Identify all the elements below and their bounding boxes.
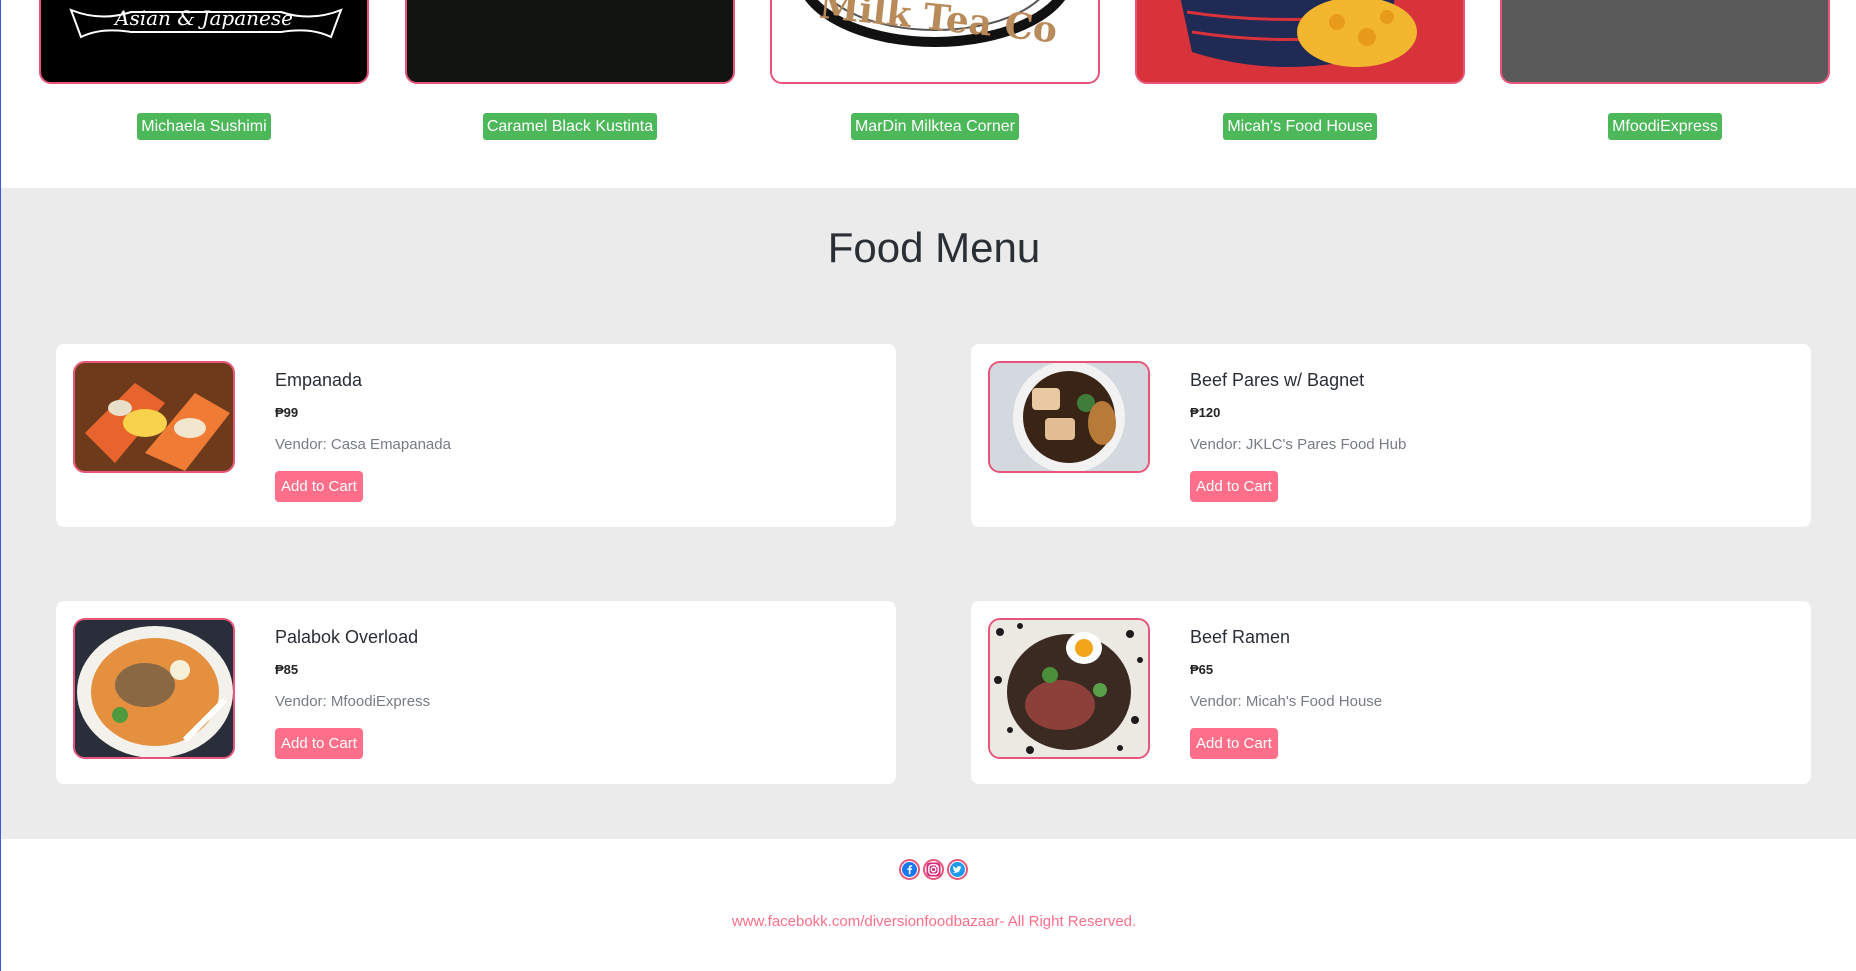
vendor-logo[interactable]: Asian & Japanese <box>39 0 369 84</box>
vendor-name[interactable]: MarDin Milktea Corner <box>850 113 1020 140</box>
food-vendor: Vendor: Micah's Food House <box>1190 693 1383 710</box>
menu-card: Palabok Overload ₱85 Vendor: MfoodiExpre… <box>56 601 896 784</box>
instagram-icon[interactable] <box>923 859 944 880</box>
vendor-logo[interactable] <box>1500 0 1830 84</box>
food-price: ₱99 <box>275 405 299 420</box>
food-title: Empanada <box>275 370 363 390</box>
food-title: Beef Pares w/ Bagnet <box>1190 370 1365 390</box>
copyright-text[interactable]: www.facebokk.com/diversionfoodbazaar- Al… <box>1 913 1856 930</box>
vendor-logo[interactable] <box>1135 0 1465 84</box>
twitter-icon[interactable] <box>947 859 968 880</box>
vendor-name[interactable]: Caramel Black Kustinta <box>482 113 658 140</box>
menu-card: Beef Ramen ₱65 Vendor: Micah's Food Hous… <box>971 601 1811 784</box>
food-price: ₱120 <box>1190 405 1221 420</box>
add-to-cart-button[interactable]: Add to Cart <box>1190 471 1278 502</box>
add-to-cart-button[interactable]: Add to Cart <box>1190 728 1278 759</box>
vendor-name[interactable]: Michaela Sushimi <box>137 113 271 140</box>
food-image <box>73 618 235 759</box>
vendor-logo[interactable]: Milk Tea Co <box>770 0 1100 84</box>
food-price: ₱85 <box>275 662 299 677</box>
food-title: Beef Ramen <box>1190 627 1291 647</box>
food-price: ₱65 <box>1190 662 1214 677</box>
vendor-name[interactable]: Micah's Food House <box>1223 113 1377 140</box>
vendor-name[interactable]: MfoodiExpress <box>1608 113 1722 140</box>
food-image <box>73 361 235 473</box>
svg-text:Asian & Japanese: Asian & Japanese <box>113 6 293 30</box>
section-title: Food Menu <box>827 224 1041 271</box>
food-menu-section: Food Menu Empanada ₱99 Vendor: Casa Emap… <box>1 188 1856 839</box>
vendor-logo[interactable] <box>405 0 735 84</box>
food-vendor: Vendor: MfoodiExpress <box>275 693 431 710</box>
food-image <box>988 361 1150 473</box>
food-vendor: Vendor: Casa Emapanada <box>275 436 451 453</box>
add-to-cart-button[interactable]: Add to Cart <box>275 471 363 502</box>
food-vendor: Vendor: JKLC's Pares Food Hub <box>1190 436 1407 453</box>
social-links <box>899 859 968 880</box>
facebook-icon[interactable] <box>899 859 920 880</box>
add-to-cart-button[interactable]: Add to Cart <box>275 728 363 759</box>
food-title: Palabok Overload <box>275 627 419 647</box>
menu-card: Beef Pares w/ Bagnet ₱120 Vendor: JKLC's… <box>971 344 1811 527</box>
menu-card: Empanada ₱99 Vendor: Casa Emapanada Add … <box>56 344 896 527</box>
footer: www.facebokk.com/diversionfoodbazaar- Al… <box>1 839 1856 971</box>
food-image <box>988 618 1150 759</box>
vendor-strip: Asian & Japanese Michaela Sushimi Carame… <box>1 0 1856 188</box>
